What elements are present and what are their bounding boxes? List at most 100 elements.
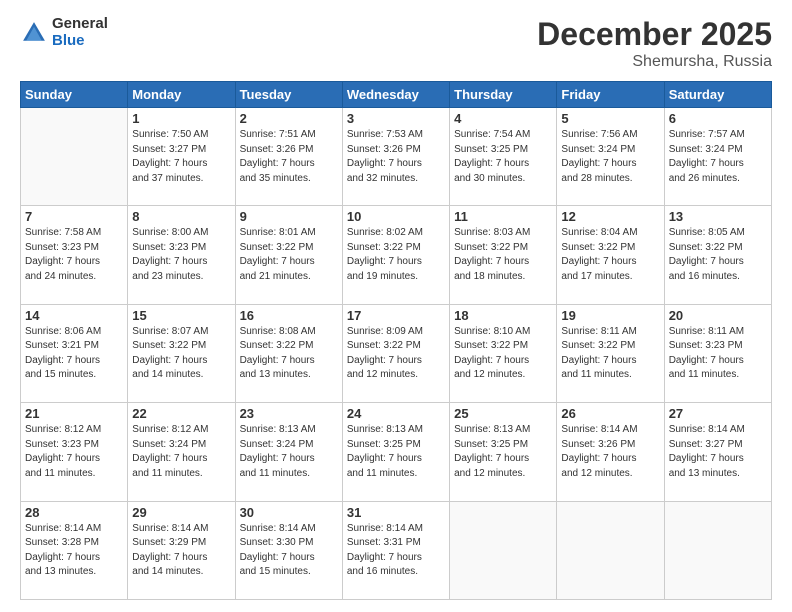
day-number: 13 [669, 209, 767, 224]
day-number: 6 [669, 111, 767, 126]
logo: General Blue [20, 16, 108, 49]
week-row-4: 21Sunrise: 8:12 AM Sunset: 3:23 PM Dayli… [21, 403, 772, 501]
day-number: 22 [132, 406, 230, 421]
day-info: Sunrise: 8:05 AM Sunset: 3:22 PM Dayligh… [669, 226, 767, 284]
day-info: Sunrise: 8:04 AM Sunset: 3:22 PM Dayligh… [561, 226, 659, 284]
weekday-header-wednesday: Wednesday [342, 82, 449, 108]
day-info: Sunrise: 8:06 AM Sunset: 3:21 PM Dayligh… [25, 325, 123, 383]
calendar-cell: 8 Sunrise: 8:00 AM Sunset: 3:23 PM Daylig… [128, 206, 235, 304]
calendar-cell: 9Sunrise: 8:01 AM Sunset: 3:22 PM Daylig… [235, 206, 342, 304]
calendar-cell: 15Sunrise: 8:07 AM Sunset: 3:22 PM Dayli… [128, 304, 235, 402]
day-number: 28 [25, 505, 123, 520]
calendar-cell: 14Sunrise: 8:06 AM Sunset: 3:21 PM Dayli… [21, 304, 128, 402]
day-info: Sunrise: 8:01 AM Sunset: 3:22 PM Dayligh… [240, 226, 338, 284]
calendar-cell: 27 Sunrise: 8:14 AM Sunset: 3:27 PM Dayli… [664, 403, 771, 501]
day-number: 11 [454, 209, 552, 224]
month-title: December 2025 [537, 16, 772, 53]
calendar-cell: 23Sunrise: 8:13 AM Sunset: 3:24 PM Dayli… [235, 403, 342, 501]
day-info: Sunrise: 8:03 AM Sunset: 3:22 PM Dayligh… [454, 226, 552, 284]
day-info: Sunrise: 7:51 AM Sunset: 3:26 PM Dayligh… [240, 128, 338, 186]
calendar-cell: 22 Sunrise: 8:12 AM Sunset: 3:24 PM Dayli… [128, 403, 235, 501]
calendar-cell: 30Sunrise: 8:14 AM Sunset: 3:30 PM Dayli… [235, 501, 342, 599]
day-info: Sunrise: 8:14 AM Sunset: 3:27 PM Dayligh… [669, 423, 767, 481]
logo-text: General Blue [52, 16, 108, 49]
day-info: Sunrise: 8:14 AM Sunset: 3:26 PM Dayligh… [561, 423, 659, 481]
day-number: 27 [669, 406, 767, 421]
day-info: Sunrise: 8:09 AM Sunset: 3:22 PM Dayligh… [347, 325, 445, 383]
weekday-header-tuesday: Tuesday [235, 82, 342, 108]
day-number: 25 [454, 406, 552, 421]
weekday-header-friday: Friday [557, 82, 664, 108]
day-info: Sunrise: 7:58 AM Sunset: 3:23 PM Dayligh… [25, 226, 123, 284]
weekday-header-monday: Monday [128, 82, 235, 108]
calendar-cell: 6 Sunrise: 7:57 AM Sunset: 3:24 PM Daylig… [664, 108, 771, 206]
calendar-cell: 3 Sunrise: 7:53 AM Sunset: 3:26 PM Daylig… [342, 108, 449, 206]
day-number: 15 [132, 308, 230, 323]
page: General Blue December 2025 Shemursha, Ru… [0, 0, 792, 612]
day-number: 10 [347, 209, 445, 224]
day-info: Sunrise: 8:12 AM Sunset: 3:24 PM Dayligh… [132, 423, 230, 481]
day-number: 16 [240, 308, 338, 323]
calendar-table: SundayMondayTuesdayWednesdayThursdayFrid… [20, 81, 772, 600]
day-number: 4 [454, 111, 552, 126]
title-block: December 2025 Shemursha, Russia [537, 16, 772, 71]
calendar-cell: 19 Sunrise: 8:11 AM Sunset: 3:22 PM Dayli… [557, 304, 664, 402]
calendar-cell [557, 501, 664, 599]
day-info: Sunrise: 8:13 AM Sunset: 3:24 PM Dayligh… [240, 423, 338, 481]
calendar-cell: 2Sunrise: 7:51 AM Sunset: 3:26 PM Daylig… [235, 108, 342, 206]
day-info: Sunrise: 7:54 AM Sunset: 3:25 PM Dayligh… [454, 128, 552, 186]
logo-blue: Blue [52, 33, 108, 50]
day-number: 3 [347, 111, 445, 126]
day-info: Sunrise: 7:57 AM Sunset: 3:24 PM Dayligh… [669, 128, 767, 186]
calendar-cell: 28 Sunrise: 8:14 AM Sunset: 3:28 PM Dayli… [21, 501, 128, 599]
day-info: Sunrise: 8:11 AM Sunset: 3:23 PM Dayligh… [669, 325, 767, 383]
calendar-cell: 18Sunrise: 8:10 AM Sunset: 3:22 PM Dayli… [450, 304, 557, 402]
calendar-cell: 20 Sunrise: 8:11 AM Sunset: 3:23 PM Dayli… [664, 304, 771, 402]
calendar-cell: 11 Sunrise: 8:03 AM Sunset: 3:22 PM Dayli… [450, 206, 557, 304]
day-number: 26 [561, 406, 659, 421]
day-info: Sunrise: 8:11 AM Sunset: 3:22 PM Dayligh… [561, 325, 659, 383]
day-number: 20 [669, 308, 767, 323]
logo-general: General [52, 16, 108, 33]
day-info: Sunrise: 8:00 AM Sunset: 3:23 PM Dayligh… [132, 226, 230, 284]
day-info: Sunrise: 7:50 AM Sunset: 3:27 PM Dayligh… [132, 128, 230, 186]
calendar-cell [21, 108, 128, 206]
calendar-cell: 26 Sunrise: 8:14 AM Sunset: 3:26 PM Dayli… [557, 403, 664, 501]
day-info: Sunrise: 8:14 AM Sunset: 3:30 PM Dayligh… [240, 522, 338, 580]
calendar-cell: 12 Sunrise: 8:04 AM Sunset: 3:22 PM Dayli… [557, 206, 664, 304]
week-row-1: 1Sunrise: 7:50 AM Sunset: 3:27 PM Daylig… [21, 108, 772, 206]
day-number: 31 [347, 505, 445, 520]
calendar-cell [450, 501, 557, 599]
day-number: 19 [561, 308, 659, 323]
calendar-cell: 24Sunrise: 8:13 AM Sunset: 3:25 PM Dayli… [342, 403, 449, 501]
weekday-header-row: SundayMondayTuesdayWednesdayThursdayFrid… [21, 82, 772, 108]
weekday-header-saturday: Saturday [664, 82, 771, 108]
day-info: Sunrise: 8:14 AM Sunset: 3:31 PM Dayligh… [347, 522, 445, 580]
day-number: 5 [561, 111, 659, 126]
calendar-cell: 1Sunrise: 7:50 AM Sunset: 3:27 PM Daylig… [128, 108, 235, 206]
day-info: Sunrise: 8:10 AM Sunset: 3:22 PM Dayligh… [454, 325, 552, 383]
calendar-cell: 5 Sunrise: 7:56 AM Sunset: 3:24 PM Daylig… [557, 108, 664, 206]
day-number: 12 [561, 209, 659, 224]
day-info: Sunrise: 7:53 AM Sunset: 3:26 PM Dayligh… [347, 128, 445, 186]
day-info: Sunrise: 8:13 AM Sunset: 3:25 PM Dayligh… [454, 423, 552, 481]
logo-icon [20, 19, 48, 47]
week-row-3: 14Sunrise: 8:06 AM Sunset: 3:21 PM Dayli… [21, 304, 772, 402]
day-number: 29 [132, 505, 230, 520]
calendar-cell: 31 Sunrise: 8:14 AM Sunset: 3:31 PM Dayli… [342, 501, 449, 599]
day-number: 8 [132, 209, 230, 224]
day-info: Sunrise: 8:02 AM Sunset: 3:22 PM Dayligh… [347, 226, 445, 284]
day-info: Sunrise: 8:14 AM Sunset: 3:28 PM Dayligh… [25, 522, 123, 580]
week-row-2: 7 Sunrise: 7:58 AM Sunset: 3:23 PM Daylig… [21, 206, 772, 304]
day-info: Sunrise: 8:08 AM Sunset: 3:22 PM Dayligh… [240, 325, 338, 383]
day-info: Sunrise: 8:12 AM Sunset: 3:23 PM Dayligh… [25, 423, 123, 481]
day-number: 24 [347, 406, 445, 421]
calendar-cell [664, 501, 771, 599]
day-number: 7 [25, 209, 123, 224]
location: Shemursha, Russia [537, 53, 772, 71]
day-info: Sunrise: 7:56 AM Sunset: 3:24 PM Dayligh… [561, 128, 659, 186]
calendar-cell: 7 Sunrise: 7:58 AM Sunset: 3:23 PM Daylig… [21, 206, 128, 304]
header: General Blue December 2025 Shemursha, Ru… [20, 16, 772, 71]
weekday-header-thursday: Thursday [450, 82, 557, 108]
calendar-cell: 29Sunrise: 8:14 AM Sunset: 3:29 PM Dayli… [128, 501, 235, 599]
